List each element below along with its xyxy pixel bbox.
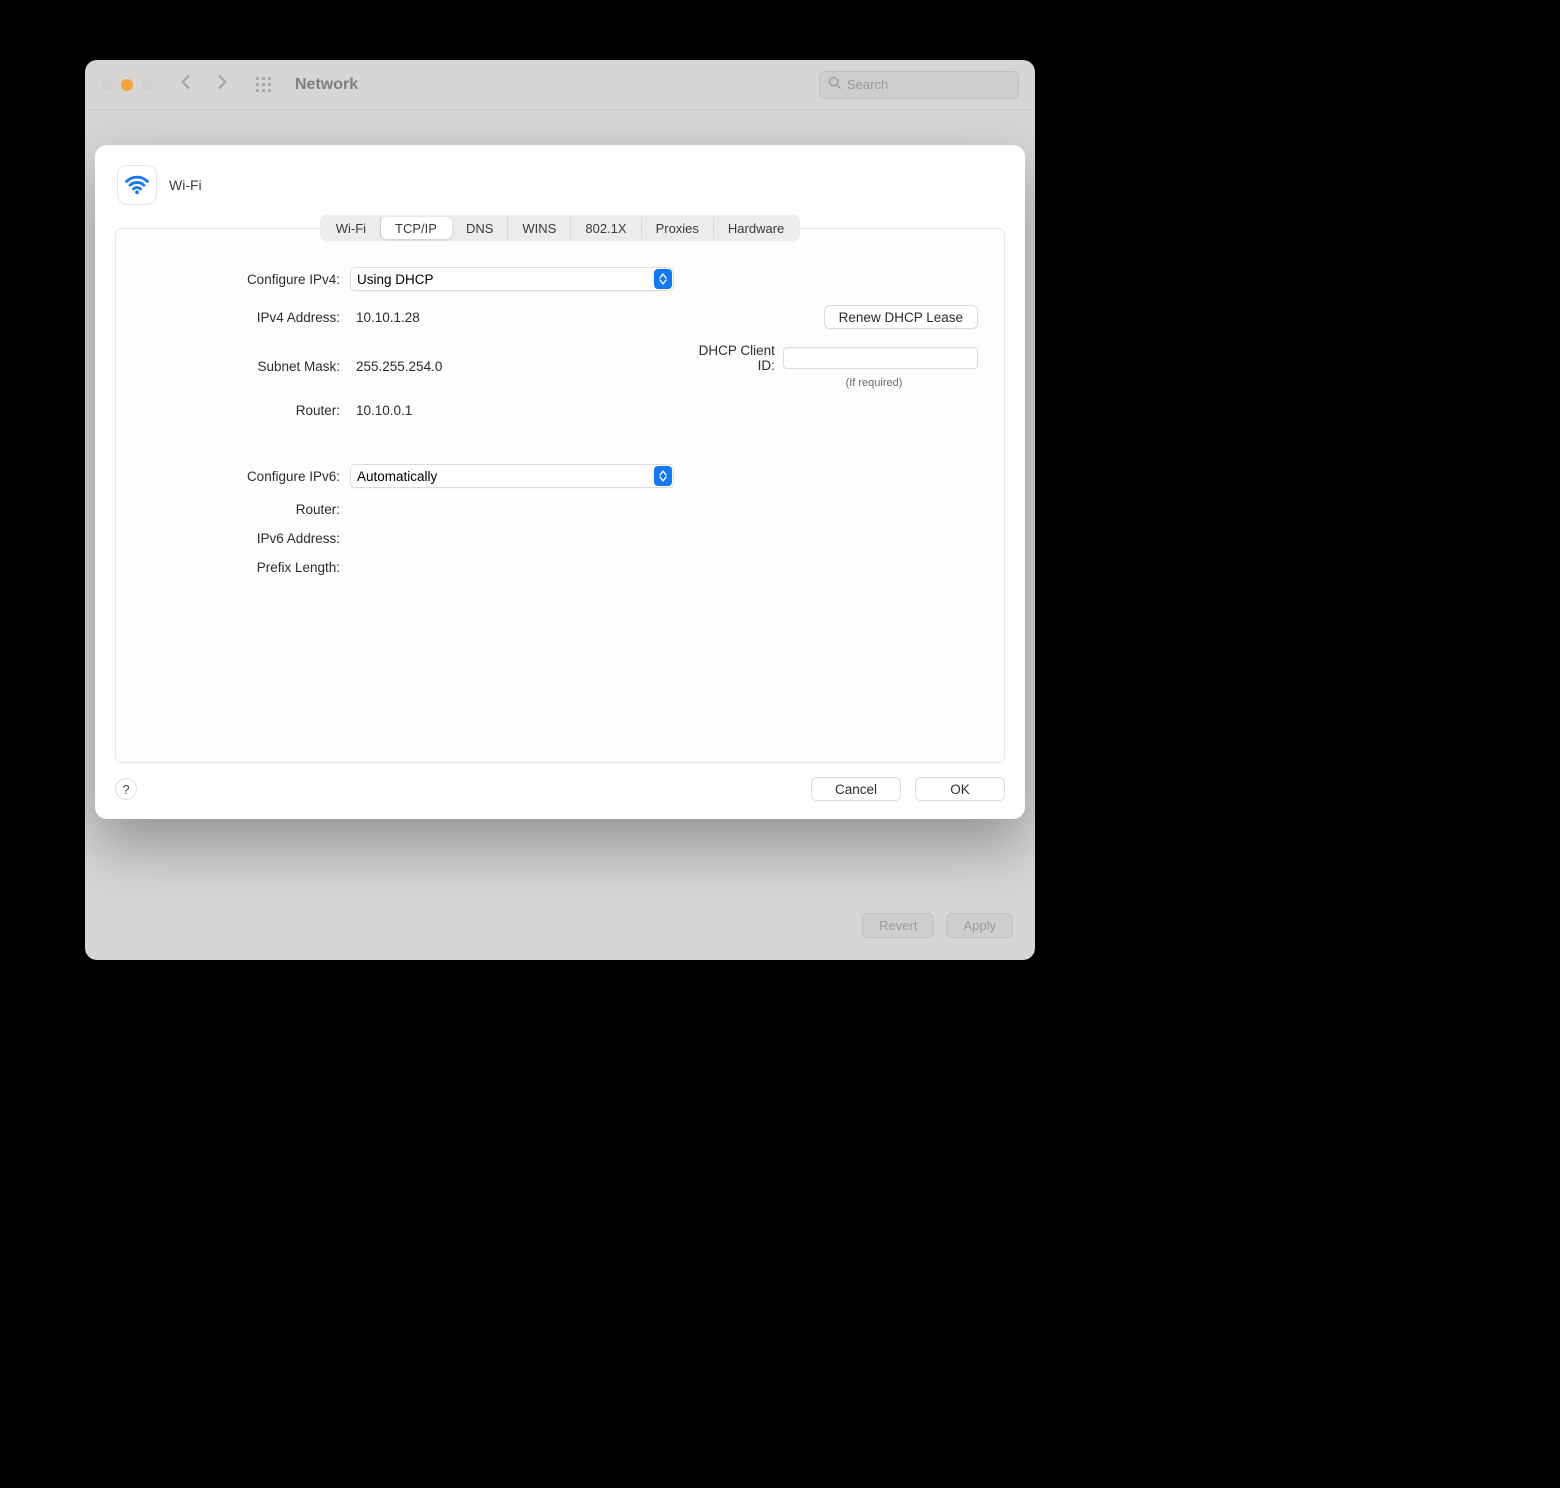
wifi-icon	[117, 165, 157, 205]
configure-ipv6-select[interactable]: Automatically	[350, 464, 674, 488]
nav-arrows	[177, 73, 231, 96]
tab-dns[interactable]: DNS	[452, 217, 508, 239]
window-title: Network	[295, 76, 358, 94]
ok-button[interactable]: OK	[915, 777, 1005, 801]
search-field[interactable]	[819, 71, 1019, 99]
ipv6-address-label: IPv6 Address:	[142, 531, 340, 546]
tab-tcpip[interactable]: TCP/IP	[381, 217, 452, 239]
router-v6-label: Router:	[142, 502, 340, 517]
configure-ipv4-label: Configure IPv4:	[142, 272, 340, 287]
background-buttons: Revert Apply	[862, 913, 1013, 938]
zoom-button[interactable]	[141, 79, 153, 91]
configure-ipv4-value: Using DHCP	[357, 272, 434, 287]
prefix-length-label: Prefix Length:	[142, 560, 340, 575]
forward-button[interactable]	[213, 73, 231, 96]
apply-button[interactable]: Apply	[946, 913, 1013, 938]
subnet-mask-value: 255.255.254.0	[350, 359, 674, 374]
ipv4-address-label: IPv4 Address:	[142, 310, 340, 325]
wifi-advanced-sheet: Wi-Fi Wi-Fi TCP/IP DNS WINS 802.1X Proxi…	[95, 145, 1025, 819]
chevron-updown-icon	[654, 269, 672, 289]
dhcp-client-id-label: DHCP Client ID:	[684, 343, 775, 373]
subnet-mask-label: Subnet Mask:	[142, 359, 340, 374]
tab-8021x[interactable]: 802.1X	[571, 217, 641, 239]
help-button[interactable]: ?	[115, 778, 137, 800]
sheet-header: Wi-Fi	[115, 165, 1005, 205]
dhcp-client-id-hint: (If required)	[770, 377, 978, 389]
traffic-lights	[101, 79, 153, 91]
renew-dhcp-lease-button[interactable]: Renew DHCP Lease	[824, 305, 978, 329]
tab-hardware[interactable]: Hardware	[714, 217, 798, 239]
search-icon	[828, 76, 841, 94]
system-preferences-window: Network Revert Apply Wi-Fi	[85, 60, 1035, 960]
tab-wins[interactable]: WINS	[508, 217, 571, 239]
dhcp-client-id-field[interactable]	[783, 347, 978, 369]
tab-wifi[interactable]: Wi-Fi	[322, 217, 381, 239]
chevron-updown-icon	[654, 466, 672, 486]
all-prefs-button[interactable]	[255, 76, 273, 94]
tcpip-pane: Configure IPv4: Using DHCP IPv4 Address:…	[115, 228, 1005, 763]
router-v4-value: 10.10.0.1	[350, 403, 674, 418]
minimize-button[interactable]	[121, 79, 133, 91]
tab-bar: Wi-Fi TCP/IP DNS WINS 802.1X Proxies Har…	[320, 215, 801, 241]
close-button[interactable]	[101, 79, 113, 91]
search-input[interactable]	[847, 77, 1010, 92]
help-icon: ?	[122, 782, 129, 797]
cancel-button[interactable]: Cancel	[811, 777, 901, 801]
back-button[interactable]	[177, 73, 195, 96]
ipv4-address-value: 10.10.1.28	[350, 310, 674, 325]
configure-ipv6-value: Automatically	[357, 469, 437, 484]
titlebar: Network	[85, 60, 1035, 110]
sheet-footer: ? Cancel OK	[115, 777, 1005, 801]
configure-ipv4-select[interactable]: Using DHCP	[350, 267, 674, 291]
sheet-title: Wi-Fi	[169, 177, 202, 193]
tab-proxies[interactable]: Proxies	[642, 217, 714, 239]
router-v4-label: Router:	[142, 403, 340, 418]
revert-button[interactable]: Revert	[862, 913, 934, 938]
configure-ipv6-label: Configure IPv6:	[142, 469, 340, 484]
